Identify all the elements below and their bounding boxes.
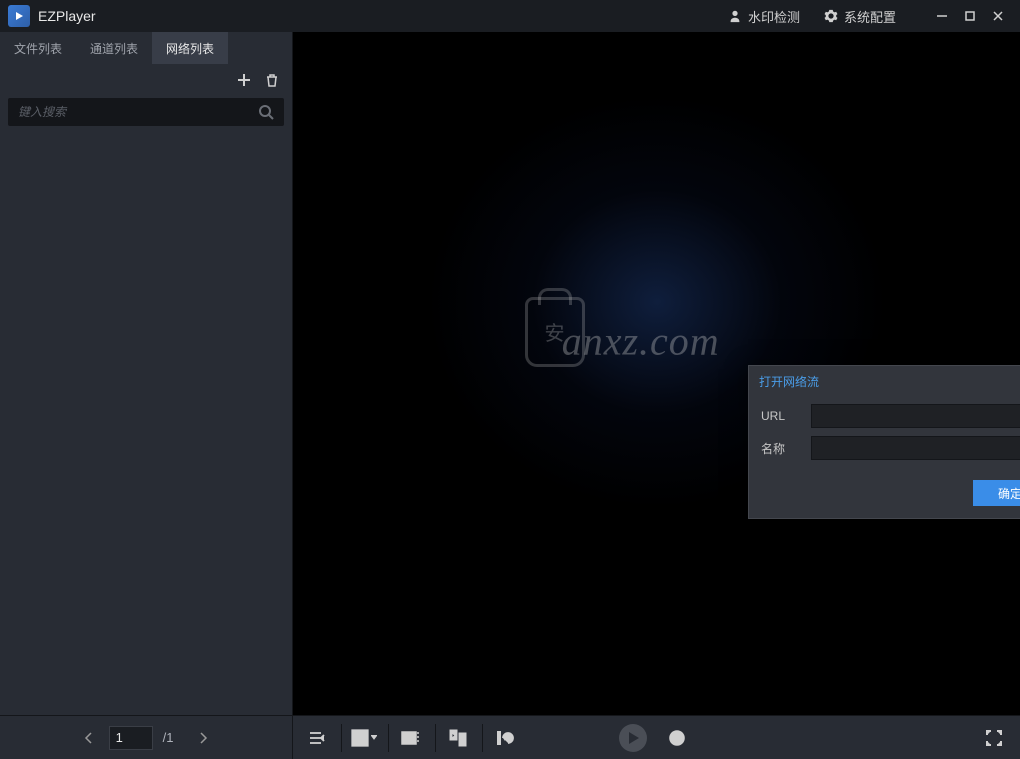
system-settings-button[interactable]: 系统配置 <box>812 0 908 32</box>
dialog-body: URL 名称 <box>749 396 1020 472</box>
maximize-button[interactable] <box>956 0 984 32</box>
watermark-detect-label: 水印检测 <box>748 7 800 26</box>
tab-channel-list[interactable]: 通道列表 <box>76 32 152 64</box>
sidebar-content <box>0 134 292 715</box>
titlebar: EZPlayer 水印检测 系统配置 <box>0 0 1020 32</box>
open-network-stream-dialog: 打开网络流 ✕ URL 名称 确定 取消 <box>748 365 1020 519</box>
window-controls <box>928 0 1012 32</box>
tab-network-list[interactable]: 网络列表 <box>152 32 228 64</box>
dialog-title: 打开网络流 <box>759 373 1020 390</box>
bottom-toolbar <box>293 715 1020 759</box>
clock-icon[interactable] <box>661 722 693 754</box>
dialog-ok-button[interactable]: 确定 <box>973 480 1020 506</box>
picture-in-picture-icon[interactable] <box>442 722 474 754</box>
dialog-name-row: 名称 <box>761 436 1020 460</box>
dialog-url-input[interactable] <box>811 404 1020 428</box>
fullscreen-icon[interactable] <box>978 722 1010 754</box>
pager: /1 <box>0 715 292 759</box>
tab-file-list[interactable]: 文件列表 <box>0 32 76 64</box>
dialog-footer: 确定 取消 <box>749 472 1020 518</box>
video-viewer: 安 anxz.com 打开网络流 ✕ URL 名称 <box>293 32 1020 715</box>
main-panel: 安 anxz.com 打开网络流 ✕ URL 名称 <box>293 32 1020 759</box>
sidebar-tabs: 文件列表 通道列表 网络列表 <box>0 32 292 64</box>
pager-prev[interactable] <box>77 726 101 750</box>
minimize-button[interactable] <box>928 0 956 32</box>
sidebar-toolbar <box>0 64 292 96</box>
add-button[interactable] <box>234 70 254 90</box>
loop-icon[interactable] <box>489 722 521 754</box>
pager-next[interactable] <box>191 726 215 750</box>
playback-controls <box>619 722 695 754</box>
delete-button[interactable] <box>262 70 282 90</box>
pager-total: /1 <box>163 730 174 745</box>
sidebar: 文件列表 通道列表 网络列表 /1 <box>0 32 293 759</box>
search-box <box>8 98 284 126</box>
dialog-url-label: URL <box>761 409 811 423</box>
watermark-text: anxz.com <box>562 317 720 364</box>
close-all-icon[interactable] <box>395 722 427 754</box>
app-title: EZPlayer <box>38 8 716 24</box>
system-settings-label: 系统配置 <box>844 7 896 26</box>
search-icon[interactable] <box>258 104 274 120</box>
close-button[interactable] <box>984 0 1012 32</box>
dialog-name-input[interactable] <box>811 436 1020 460</box>
search-input[interactable] <box>18 105 258 119</box>
app-logo <box>8 5 30 27</box>
dialog-url-row: URL <box>761 404 1020 428</box>
layout-grid-icon[interactable] <box>348 722 380 754</box>
pager-input[interactable] <box>109 726 153 750</box>
collapse-sidebar-icon[interactable] <box>301 722 333 754</box>
dialog-header: 打开网络流 ✕ <box>749 366 1020 396</box>
search-row <box>0 96 292 134</box>
dialog-name-label: 名称 <box>761 440 811 457</box>
watermark-detect-button[interactable]: 水印检测 <box>716 0 812 32</box>
play-button[interactable] <box>619 724 647 752</box>
